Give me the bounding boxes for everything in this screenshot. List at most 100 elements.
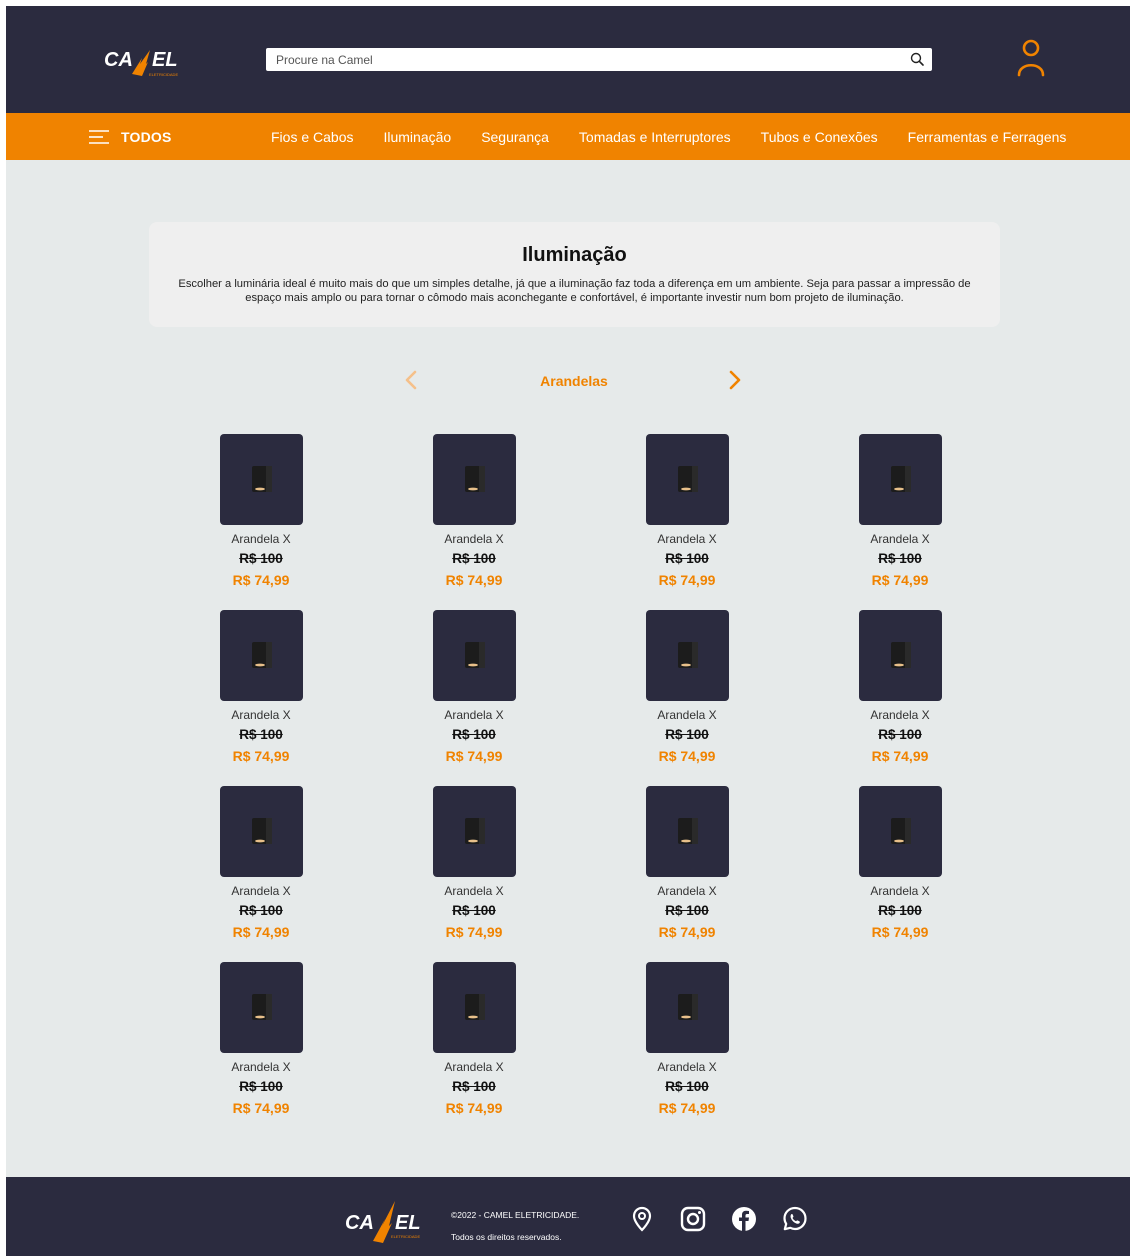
product-image[interactable]	[219, 434, 303, 525]
product-card[interactable]: Arandela X R$ 100 R$ 74,99	[198, 962, 324, 1138]
sconce-icon	[251, 466, 272, 492]
product-card[interactable]: Arandela X R$ 100 R$ 74,99	[198, 786, 324, 962]
product-image[interactable]	[219, 962, 303, 1053]
nav-link-fios-e-cabos[interactable]: Fios e Cabos	[271, 129, 353, 145]
product-card[interactable]: Arandela X R$ 100 R$ 74,99	[624, 610, 750, 786]
product-grid: Arandela X R$ 100 R$ 74,99 Arandela X R$ 100…	[198, 434, 958, 1138]
all-categories-button[interactable]: TODOS	[89, 127, 172, 147]
svg-text:EL: EL	[152, 49, 178, 71]
product-name[interactable]: Arandela X	[411, 708, 537, 722]
user-account-icon[interactable]	[1016, 38, 1046, 78]
product-card[interactable]: Arandela X R$ 100 R$ 74,99	[624, 434, 750, 610]
product-price: R$ 74,99	[871, 748, 929, 764]
product-card[interactable]: Arandela X R$ 100 R$ 74,99	[411, 610, 537, 786]
product-price: R$ 74,99	[445, 924, 503, 940]
product-old-price: R$ 100	[878, 551, 922, 566]
product-price: R$ 74,99	[871, 924, 929, 940]
product-image[interactable]	[645, 962, 729, 1053]
product-name[interactable]: Arandela X	[624, 708, 750, 722]
product-image[interactable]	[432, 962, 516, 1053]
footer-camel-logo[interactable]: CA EL ELETRICIDADE	[343, 1195, 423, 1245]
product-card[interactable]: Arandela X R$ 100 R$ 74,99	[624, 962, 750, 1138]
product-card[interactable]: Arandela X R$ 100 R$ 74,99	[837, 786, 963, 962]
footer-copyright: ©2022 - CAMEL ELETRICIDADE.	[451, 1210, 580, 1220]
nav-links: Fios e Cabos Iluminação Segurança Tomada…	[271, 113, 1066, 160]
product-name[interactable]: Arandela X	[837, 532, 963, 546]
svg-text:ELETRICIDADE: ELETRICIDADE	[149, 72, 178, 77]
sconce-icon	[677, 818, 698, 844]
product-card[interactable]: Arandela X R$ 100 R$ 74,99	[198, 434, 324, 610]
product-name[interactable]: Arandela X	[411, 532, 537, 546]
product-image[interactable]	[219, 786, 303, 877]
product-name[interactable]: Arandela X	[411, 1060, 537, 1074]
product-card[interactable]: Arandela X R$ 100 R$ 74,99	[198, 610, 324, 786]
location-icon[interactable]	[628, 1205, 656, 1233]
social-links	[628, 1205, 809, 1233]
product-name[interactable]: Arandela X	[198, 884, 324, 898]
product-old-price: R$ 100	[452, 551, 496, 566]
product-name[interactable]: Arandela X	[198, 708, 324, 722]
product-old-price: R$ 100	[239, 903, 283, 918]
nav-link-iluminacao[interactable]: Iluminação	[383, 129, 451, 145]
product-name[interactable]: Arandela X	[624, 884, 750, 898]
nav-link-tubos-e-conexoes[interactable]: Tubos e Conexões	[761, 129, 878, 145]
product-image[interactable]	[219, 610, 303, 701]
search-icon[interactable]	[909, 51, 926, 68]
product-image[interactable]	[645, 786, 729, 877]
product-name[interactable]: Arandela X	[198, 532, 324, 546]
svg-text:ELETRICIDADE: ELETRICIDADE	[391, 1234, 420, 1239]
product-price: R$ 74,99	[445, 1100, 503, 1116]
page-title: Iluminação	[522, 244, 627, 266]
product-price: R$ 74,99	[445, 572, 503, 588]
nav-link-tomadas-e-interruptores[interactable]: Tomadas e Interruptores	[579, 129, 731, 145]
sconce-icon	[890, 642, 911, 668]
product-name[interactable]: Arandela X	[837, 884, 963, 898]
svg-text:CA: CA	[345, 1212, 374, 1234]
product-name[interactable]: Arandela X	[198, 1060, 324, 1074]
product-image[interactable]	[432, 786, 516, 877]
product-price: R$ 74,99	[658, 1100, 716, 1116]
product-name[interactable]: Arandela X	[624, 532, 750, 546]
product-price: R$ 74,99	[232, 1100, 290, 1116]
top-header: CA EL ELETRICIDADE	[6, 6, 1130, 113]
product-image[interactable]	[645, 610, 729, 701]
sconce-icon	[464, 994, 485, 1020]
product-image[interactable]	[432, 610, 516, 701]
product-name[interactable]: Arandela X	[837, 708, 963, 722]
product-card[interactable]: Arandela X R$ 100 R$ 74,99	[624, 786, 750, 962]
camel-logo[interactable]: CA EL ELETRICIDADE	[102, 44, 182, 78]
search-input[interactable]	[266, 48, 886, 71]
product-image[interactable]	[858, 786, 942, 877]
chevron-left-icon[interactable]	[404, 370, 418, 390]
product-card[interactable]: Arandela X R$ 100 R$ 74,99	[411, 434, 537, 610]
product-image[interactable]	[858, 610, 942, 701]
product-image[interactable]	[645, 434, 729, 525]
category-nav: TODOS Fios e Cabos Iluminação Segurança …	[6, 113, 1130, 160]
footer-rights: Todos os direitos reservados.	[451, 1232, 562, 1242]
product-price: R$ 74,99	[658, 748, 716, 764]
product-old-price: R$ 100	[239, 1079, 283, 1094]
product-name[interactable]: Arandela X	[624, 1060, 750, 1074]
product-old-price: R$ 100	[239, 727, 283, 742]
product-card[interactable]: Arandela X R$ 100 R$ 74,99	[411, 962, 537, 1138]
nav-link-seguranca[interactable]: Segurança	[481, 129, 549, 145]
product-card[interactable]: Arandela X R$ 100 R$ 74,99	[837, 610, 963, 786]
svg-text:CA: CA	[104, 49, 133, 71]
product-image[interactable]	[432, 434, 516, 525]
sconce-icon	[677, 466, 698, 492]
footer-copyright-block: ©2022 - CAMEL ELETRICIDADE. Todos os dir…	[451, 1204, 579, 1248]
product-name[interactable]: Arandela X	[411, 884, 537, 898]
chevron-right-icon[interactable]	[728, 370, 742, 390]
instagram-icon[interactable]	[679, 1205, 707, 1233]
product-image[interactable]	[858, 434, 942, 525]
product-old-price: R$ 100	[665, 551, 709, 566]
product-price: R$ 74,99	[658, 924, 716, 940]
nav-link-ferramentas-e-ferragens[interactable]: Ferramentas e Ferragens	[908, 129, 1067, 145]
product-price: R$ 74,99	[871, 572, 929, 588]
product-card[interactable]: Arandela X R$ 100 R$ 74,99	[411, 786, 537, 962]
whatsapp-icon[interactable]	[781, 1205, 809, 1233]
product-card[interactable]: Arandela X R$ 100 R$ 74,99	[837, 434, 963, 610]
product-price: R$ 74,99	[232, 572, 290, 588]
sconce-icon	[890, 818, 911, 844]
facebook-icon[interactable]	[730, 1205, 758, 1233]
